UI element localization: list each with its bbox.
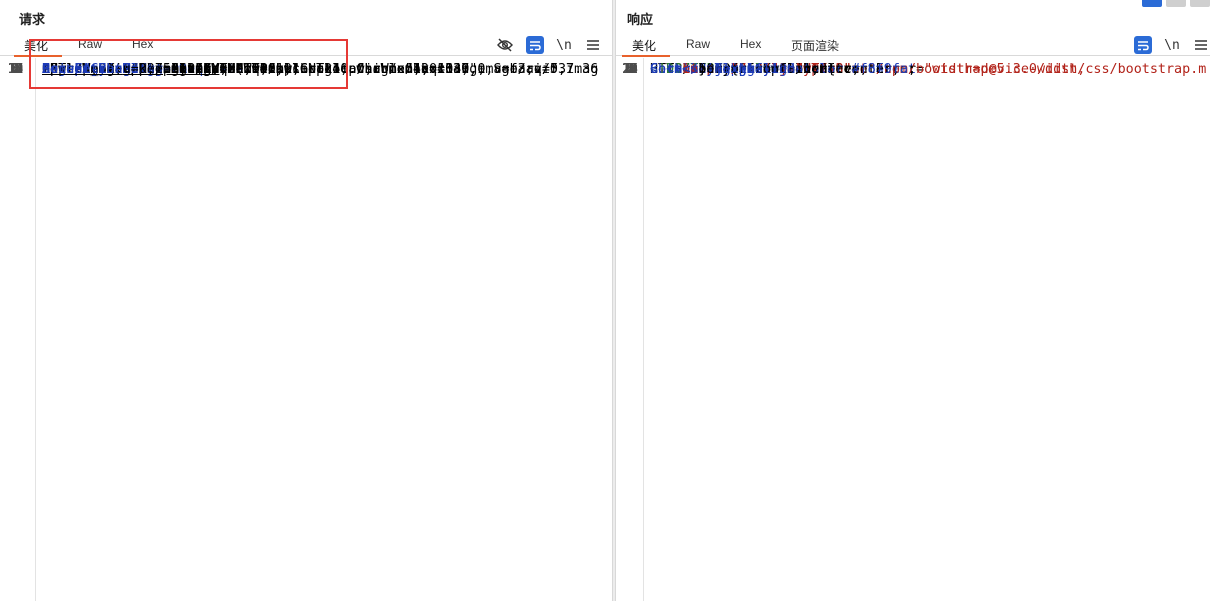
menu-icon[interactable] bbox=[584, 36, 602, 54]
line-number: 24 bbox=[622, 62, 638, 77]
response-tab-render[interactable]: 页面渲染 bbox=[791, 37, 839, 56]
layout-vertical-icon[interactable] bbox=[1190, 0, 1210, 7]
request-tab-raw[interactable]: Raw bbox=[78, 37, 102, 56]
word-wrap-icon[interactable] bbox=[526, 36, 544, 54]
word-wrap-icon[interactable] bbox=[1134, 36, 1152, 54]
layout-toggle-icons[interactable] bbox=[1142, 0, 1210, 8]
request-editor[interactable]: 1 GET /images/../500.html HTTP/1.1 2 Host: … bbox=[0, 58, 612, 601]
response-editor[interactable]: 1 HTTP/1.1 200 OK 2 Server: mystiz-web/1.0.… bbox=[616, 58, 1210, 601]
layout-horizontal-icon[interactable] bbox=[1166, 0, 1186, 7]
newline-toggle-icon[interactable]: \n bbox=[1163, 36, 1181, 54]
request-line-gutter bbox=[0, 58, 36, 601]
response-line-text: } bbox=[650, 62, 707, 77]
request-pane: 请求 美化 Raw Hex \n 1 GET /images/../500.htm… bbox=[0, 0, 612, 601]
line-number: 19 bbox=[7, 62, 24, 77]
request-tab-bar: 美化 Raw Hex \n bbox=[0, 34, 612, 57]
request-tab-pretty[interactable]: 美化 bbox=[13, 37, 63, 57]
layout-split-icon[interactable] bbox=[1142, 0, 1162, 7]
newline-toggle-icon[interactable]: \n bbox=[555, 36, 573, 54]
response-pane: 响应 美化 Raw Hex 页面渲染 \n 1 HTTP/1.1 200 OK 2 S… bbox=[616, 0, 1210, 601]
response-tab-hex[interactable]: Hex bbox=[740, 37, 761, 56]
response-title: 响应 bbox=[627, 12, 654, 27]
response-tab-bar: 美化 Raw Hex 页面渲染 \n bbox=[616, 34, 1210, 57]
response-tab-pretty[interactable]: 美化 bbox=[621, 37, 671, 57]
response-tab-raw[interactable]: Raw bbox=[686, 37, 710, 56]
request-line-text: Connection: keep-alive bbox=[42, 62, 220, 77]
hide-eye-icon[interactable] bbox=[496, 36, 514, 54]
request-title: 请求 bbox=[19, 12, 46, 27]
request-tab-hex[interactable]: Hex bbox=[132, 37, 153, 56]
menu-icon[interactable] bbox=[1192, 36, 1210, 54]
response-line-gutter bbox=[616, 58, 644, 601]
